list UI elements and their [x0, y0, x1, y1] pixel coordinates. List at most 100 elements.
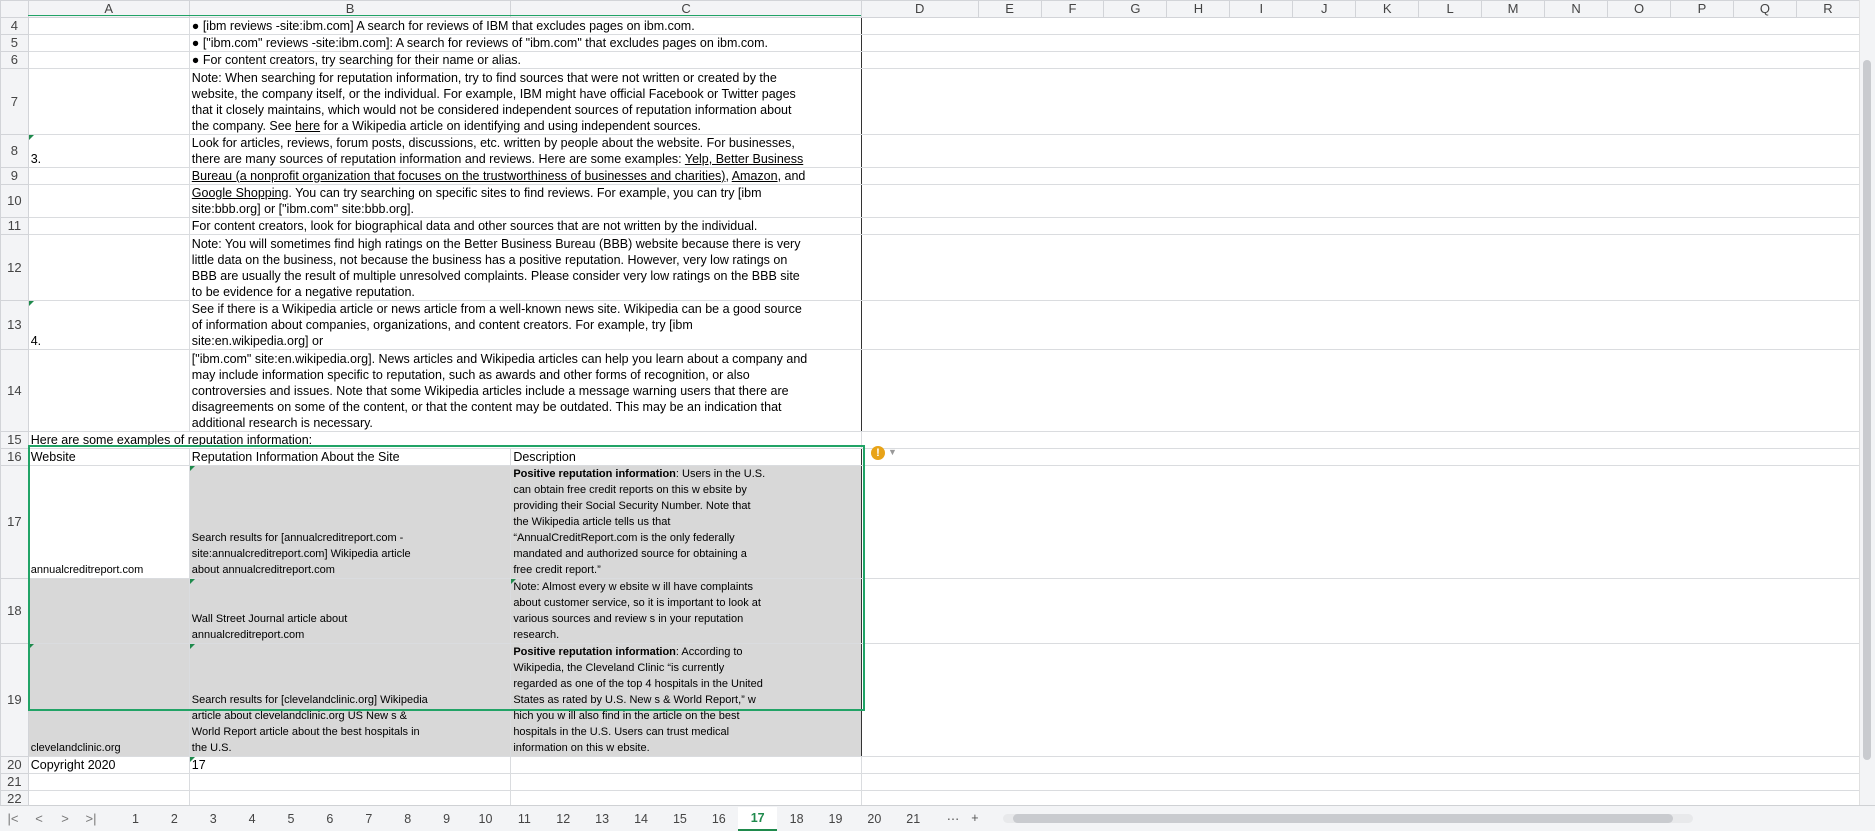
next-sheet-button[interactable]: > — [52, 811, 78, 826]
sheet-tab-12[interactable]: 12 — [544, 812, 583, 826]
empty-cells[interactable] — [860, 431, 1860, 449]
row-header[interactable]: 19 — [0, 643, 29, 757]
chevron-down-icon[interactable]: ▼ — [888, 447, 897, 457]
vertical-scrollbar[interactable] — [1859, 0, 1875, 805]
prev-sheet-button[interactable]: < — [26, 811, 52, 826]
cell-b6[interactable]: ● For content creators, try searching fo… — [188, 51, 862, 69]
cell-a19[interactable]: clevelandclinic.org — [27, 643, 190, 757]
row-header[interactable]: 7 — [0, 68, 29, 135]
cell-a4[interactable] — [27, 17, 190, 35]
sheet-tab-7[interactable]: 7 — [349, 812, 388, 826]
sheet-tab-2[interactable]: 2 — [155, 812, 194, 826]
sheet-tab-11[interactable]: 11 — [505, 812, 544, 826]
col-header-p[interactable]: P — [1670, 0, 1734, 18]
sheet-tab-21[interactable]: 21 — [894, 812, 933, 826]
cell-a15[interactable]: Here are some examples of reputation inf… — [27, 431, 862, 449]
cell-a7[interactable] — [27, 68, 190, 135]
col-header-d[interactable]: D — [860, 0, 979, 18]
cell-b5[interactable]: ● ["ibm.com" reviews -site:ibm.com]: A s… — [188, 34, 862, 52]
cell-b16[interactable]: Reputation Information About the Site — [188, 448, 512, 466]
empty-cells[interactable] — [860, 51, 1860, 69]
col-header-h[interactable]: H — [1166, 0, 1231, 18]
row-header[interactable]: 10 — [0, 184, 29, 218]
empty-cells[interactable] — [860, 17, 1860, 35]
row-header[interactable]: 18 — [0, 578, 29, 644]
sheet-tab-17[interactable]: 17 — [738, 806, 778, 831]
empty-cells[interactable] — [860, 184, 1860, 218]
cell-a12[interactable] — [27, 234, 190, 301]
sheet-tab-16[interactable]: 16 — [699, 812, 738, 826]
cell-a5[interactable] — [27, 34, 190, 52]
select-all-corner[interactable] — [0, 0, 29, 18]
sheet-tab-14[interactable]: 14 — [622, 812, 661, 826]
empty-cells[interactable] — [860, 34, 1860, 52]
cell-c22[interactable] — [510, 790, 862, 805]
cell-b18[interactable]: Wall Street Journal article about annual… — [188, 578, 512, 644]
cell-b19[interactable]: Search results for [clevelandclinic.org]… — [188, 643, 512, 757]
cell-a21[interactable] — [27, 773, 190, 791]
col-header-i[interactable]: I — [1229, 0, 1294, 18]
cell-c18[interactable]: Note: Almost every w ebsite w ill have c… — [510, 578, 862, 644]
cell-b8[interactable]: Look for articles, reviews, forum posts,… — [188, 134, 862, 168]
first-sheet-button[interactable]: |< — [0, 811, 26, 826]
row-header[interactable]: 9 — [0, 167, 29, 185]
empty-cells[interactable] — [860, 217, 1860, 235]
cell-a18[interactable] — [27, 578, 190, 644]
empty-cells[interactable] — [860, 465, 1860, 579]
sheet-tab-19[interactable]: 19 — [816, 812, 855, 826]
col-header-c[interactable]: C — [510, 0, 862, 18]
col-header-q[interactable]: Q — [1732, 0, 1797, 18]
cell-a11[interactable] — [27, 217, 190, 235]
bbb-link[interactable]: Bureau (a nonprofit organization that fo… — [192, 169, 726, 183]
cell-c20[interactable] — [510, 756, 862, 774]
empty-cells[interactable] — [860, 790, 1860, 805]
row-header[interactable]: 12 — [0, 234, 29, 301]
row-header[interactable]: 11 — [0, 217, 29, 235]
row-header[interactable]: 22 — [0, 790, 29, 805]
row-header[interactable]: 8 — [0, 134, 29, 168]
sheet-tab-8[interactable]: 8 — [388, 812, 427, 826]
error-check-icon[interactable]: ! — [871, 446, 885, 460]
sheet-tab-20[interactable]: 20 — [855, 812, 894, 826]
cell-b4[interactable]: ● [ibm reviews -site:ibm.com] A search f… — [188, 17, 862, 35]
col-header-j[interactable]: J — [1292, 0, 1357, 18]
row-header[interactable]: 15 — [0, 431, 29, 449]
sheet-tab-4[interactable]: 4 — [233, 812, 272, 826]
cell-c17[interactable]: Positive reputation information: Users i… — [510, 465, 862, 579]
empty-cells[interactable] — [860, 756, 1860, 774]
col-header-r[interactable]: R — [1795, 0, 1860, 18]
col-header-k[interactable]: K — [1355, 0, 1420, 18]
sheet-tab-6[interactable]: 6 — [310, 812, 349, 826]
col-header-g[interactable]: G — [1103, 0, 1168, 18]
col-header-e[interactable]: E — [977, 0, 1042, 18]
cell-a14[interactable] — [27, 349, 190, 432]
cell-c19[interactable]: Positive reputation information: Accordi… — [510, 643, 862, 757]
horizontal-scrollbar[interactable] — [1002, 814, 1693, 823]
empty-cells[interactable] — [860, 448, 1860, 466]
cell-a6[interactable] — [27, 51, 190, 69]
empty-cells[interactable] — [860, 300, 1860, 350]
sheet-tab-18[interactable]: 18 — [777, 812, 816, 826]
empty-cells[interactable] — [860, 773, 1860, 791]
cell-b9[interactable]: Bureau (a nonprofit organization that fo… — [188, 167, 862, 185]
cell-b14[interactable]: ["ibm.com" site:en.wikipedia.org]. News … — [188, 349, 862, 432]
col-header-o[interactable]: O — [1607, 0, 1671, 18]
spreadsheet-grid[interactable]: A B C D E F G H I J K L M N O P Q R 4 ● … — [0, 0, 1860, 805]
col-header-f[interactable]: F — [1040, 0, 1105, 18]
row-header[interactable]: 16 — [0, 448, 29, 466]
cell-b11[interactable]: For content creators, look for biographi… — [188, 217, 862, 235]
sheet-tab-13[interactable]: 13 — [583, 812, 622, 826]
row-header[interactable]: 5 — [0, 34, 29, 52]
google-shopping-link[interactable]: Google Shopping — [192, 186, 289, 200]
empty-cells[interactable] — [860, 349, 1860, 432]
cell-a13[interactable]: 4. — [27, 300, 190, 350]
scroll-thumb[interactable] — [1012, 814, 1673, 823]
sheet-tab-10[interactable]: 10 — [466, 812, 505, 826]
empty-cells[interactable] — [860, 134, 1860, 168]
empty-cells[interactable] — [860, 578, 1860, 644]
empty-cells[interactable] — [860, 234, 1860, 301]
cell-a16[interactable]: Website — [27, 448, 190, 466]
col-header-b[interactable]: B — [188, 0, 512, 18]
cell-b13[interactable]: See if there is a Wikipedia article or n… — [188, 300, 862, 350]
scroll-thumb[interactable] — [1863, 60, 1871, 760]
